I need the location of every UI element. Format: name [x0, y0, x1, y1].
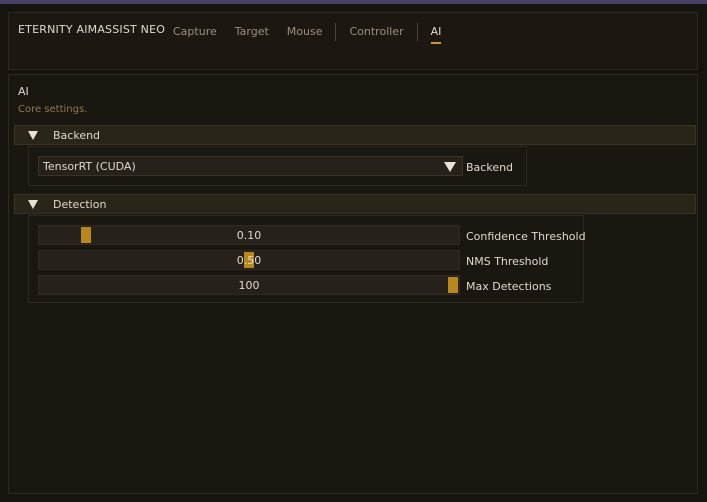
nms-threshold-label: NMS Threshold — [466, 255, 549, 268]
main-nav: Capture Target Mouse Controller AI — [164, 20, 450, 44]
nms-value: 0.50 — [236, 254, 262, 267]
tab-target[interactable]: Target — [226, 20, 278, 44]
settings-panel: AI Core settings. Backend TensorRT (CUDA… — [8, 74, 698, 494]
backend-group-header[interactable]: Backend — [14, 125, 696, 145]
tab-capture[interactable]: Capture — [164, 20, 226, 44]
max-detections-value: 100 — [238, 279, 260, 292]
nav-separator — [335, 23, 337, 41]
collapse-triangle-icon — [28, 130, 38, 140]
max-detections-label: Max Detections — [466, 280, 552, 293]
section-subtitle: Core settings. — [18, 104, 88, 115]
nav-separator — [416, 23, 418, 41]
tab-controller[interactable]: Controller — [340, 20, 412, 44]
confidence-value: 0.10 — [236, 229, 262, 242]
tab-ai[interactable]: AI — [422, 20, 451, 44]
dropdown-arrow-icon — [444, 162, 456, 172]
backend-group-label: Backend — [53, 128, 101, 142]
section-title: AI — [18, 85, 29, 98]
app-title: ETERNITY AIMASSIST NEO — [18, 23, 166, 36]
detection-group-header[interactable]: Detection — [14, 194, 696, 214]
tab-mouse[interactable]: Mouse — [278, 20, 332, 44]
collapse-triangle-icon — [28, 199, 38, 209]
backend-label: Backend — [466, 161, 514, 174]
nms-threshold-slider[interactable]: 0.50 — [38, 250, 460, 270]
window-top-border — [0, 0, 707, 4]
backend-dropdown-value: TensorRT (CUDA) — [43, 160, 136, 173]
confidence-threshold-label: Confidence Threshold — [466, 230, 586, 243]
backend-dropdown[interactable]: TensorRT (CUDA) — [38, 156, 463, 176]
max-detections-slider[interactable]: 100 — [38, 275, 460, 295]
confidence-threshold-slider[interactable]: 0.10 — [38, 225, 460, 245]
header-bar: ETERNITY AIMASSIST NEO Capture Target Mo… — [8, 12, 698, 70]
detection-group-label: Detection — [53, 197, 107, 211]
